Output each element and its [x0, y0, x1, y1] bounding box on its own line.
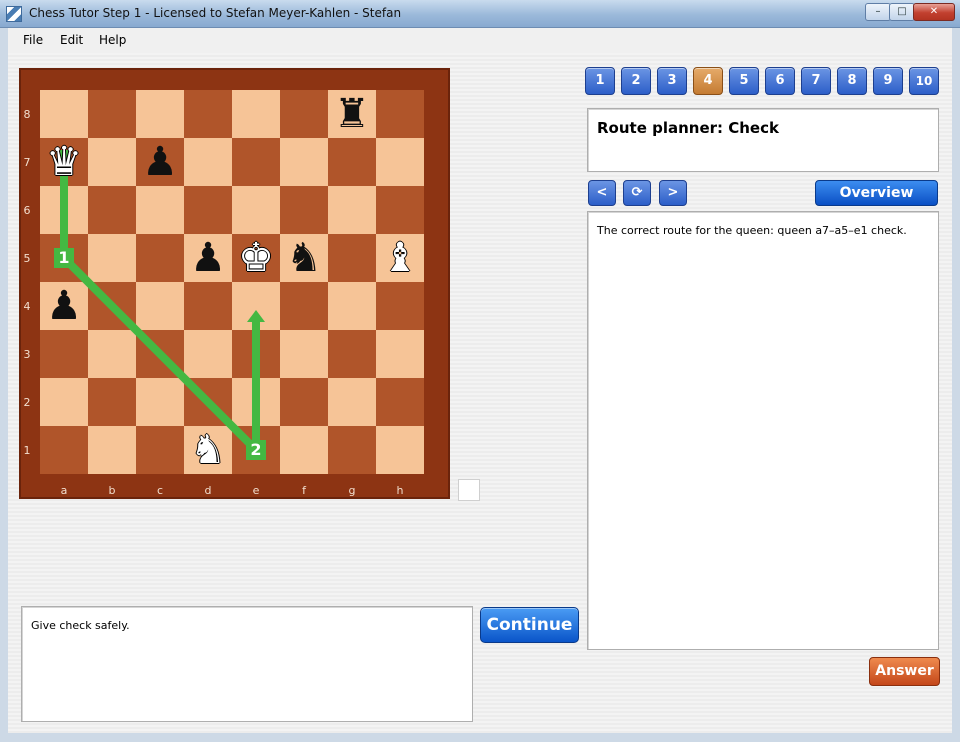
maximize-button[interactable]: □	[889, 3, 915, 21]
file-label: g	[348, 484, 356, 497]
maximize-icon: □	[897, 6, 907, 17]
menu-help[interactable]: Help	[99, 33, 126, 47]
route-title: Route planner: Check	[597, 119, 779, 137]
route-marker-2: 2	[246, 440, 266, 460]
rank-label: 8	[23, 108, 31, 121]
black-pawn-piece[interactable]: ♟	[136, 138, 184, 186]
side-to-move-box	[458, 479, 480, 501]
minimize-button[interactable]: –	[865, 3, 891, 21]
step-button-1[interactable]: 1	[585, 67, 615, 95]
step-button-4[interactable]: 4	[693, 67, 723, 95]
step-button-8[interactable]: 8	[837, 67, 867, 95]
rank-label: 7	[23, 156, 31, 169]
white-bishop-piece[interactable]: ♝	[376, 234, 424, 282]
minimize-icon: –	[875, 6, 881, 17]
step-button-10[interactable]: 10	[909, 67, 939, 95]
route-arrow-head	[247, 310, 265, 322]
answer-button[interactable]: Answer	[869, 657, 940, 686]
step-button-6[interactable]: 6	[765, 67, 795, 95]
refresh-icon: ⟳	[631, 185, 643, 200]
file-label: e	[252, 484, 260, 497]
chess-board[interactable]: 8 7 6 5 4 3 2 1 a b c d e f g h ♛ ♜ ♟ ♟ ♚ ♞ ♝ ♟ ♞ 1 2	[24, 90, 428, 497]
rank-label: 3	[23, 348, 31, 361]
menu-edit[interactable]: Edit	[60, 33, 83, 47]
file-label: a	[60, 484, 68, 497]
back-button[interactable]: <	[588, 180, 616, 206]
file-label: d	[204, 484, 212, 497]
route-text-panel	[587, 211, 939, 650]
file-label: c	[156, 484, 164, 497]
rank-label: 2	[23, 396, 31, 409]
app-icon	[6, 6, 22, 22]
step-button-7[interactable]: 7	[801, 67, 831, 95]
chevron-left-icon: <	[596, 185, 608, 200]
step-button-2[interactable]: 2	[621, 67, 651, 95]
white-knight-piece[interactable]: ♞	[184, 426, 232, 474]
black-rook-piece[interactable]: ♜	[328, 90, 376, 138]
menu-bar	[8, 28, 952, 53]
menu-file[interactable]: File	[23, 33, 43, 47]
route-description: The correct route for the queen: queen a…	[597, 224, 907, 237]
continue-button[interactable]: Continue	[480, 607, 579, 643]
step-button-5[interactable]: 5	[729, 67, 759, 95]
chevron-right-icon: >	[667, 185, 679, 200]
file-label: b	[108, 484, 116, 497]
route-marker-1: 1	[54, 248, 74, 268]
black-pawn-piece[interactable]: ♟	[40, 282, 88, 330]
forward-button[interactable]: >	[659, 180, 687, 206]
window-title: Chess Tutor Step 1 - Licensed to Stefan …	[29, 6, 402, 20]
step-button-9[interactable]: 9	[873, 67, 903, 95]
refresh-button[interactable]: ⟳	[623, 180, 651, 206]
file-label: h	[396, 484, 404, 497]
step-button-3[interactable]: 3	[657, 67, 687, 95]
black-pawn-piece[interactable]: ♟	[184, 234, 232, 282]
rank-label: 1	[23, 444, 31, 457]
white-queen-piece[interactable]: ♛	[40, 138, 88, 186]
file-label: f	[302, 484, 306, 497]
title-bar: Chess Tutor Step 1 - Licensed to Stefan …	[0, 0, 960, 28]
black-knight-piece[interactable]: ♞	[280, 234, 328, 282]
route-title-panel	[587, 108, 939, 172]
close-icon: ✕	[929, 6, 939, 17]
close-button[interactable]: ✕	[913, 3, 955, 21]
rank-label: 5	[23, 252, 31, 265]
rank-label: 4	[23, 300, 31, 313]
white-king-piece[interactable]: ♚	[232, 234, 280, 282]
route-segment	[58, 252, 262, 456]
overview-button[interactable]: Overview	[815, 180, 938, 206]
rank-label: 6	[23, 204, 31, 217]
hint-text: Give check safely.	[31, 619, 130, 632]
route-overlay	[58, 150, 265, 456]
